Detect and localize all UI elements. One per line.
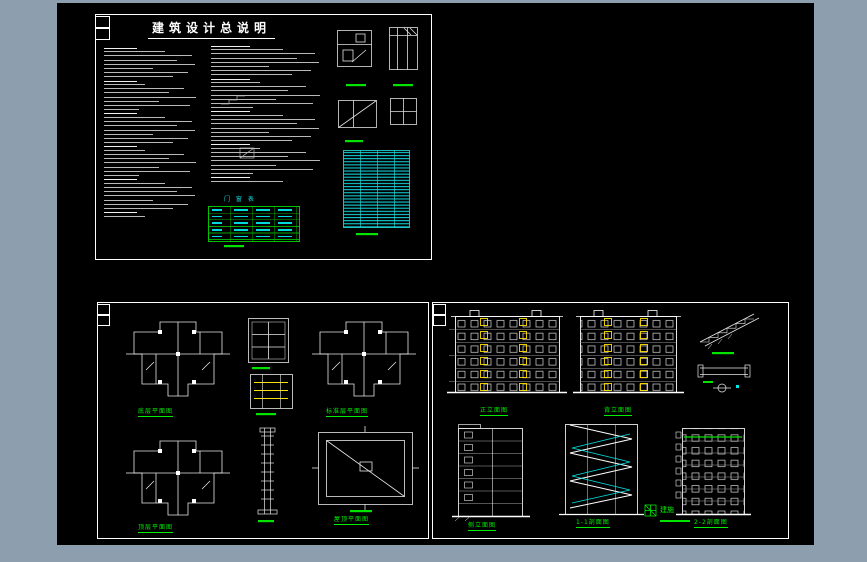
label-plan2: 标准层平面图 (326, 408, 369, 417)
label-section1: 侧立面图 (468, 522, 497, 531)
label-elevation2: 背立面图 (604, 407, 633, 416)
label-plan3: 顶层平面图 (138, 524, 174, 533)
label-section3: 2-2剖面图 (694, 519, 728, 528)
label-elevation1: 正立面图 (480, 407, 509, 416)
label-plan1: 底层平面图 (138, 408, 174, 417)
cad-viewer-stage: 建筑设计总说明 门 窗 表 底层平面图 标准层平面图 顶层平面图 屋顶平面图 正… (0, 0, 867, 562)
door-window-schedule (208, 206, 300, 242)
schedule-title: 门 窗 表 (224, 196, 256, 203)
notes-text-column-1 (104, 46, 202, 238)
label-roof: 屋顶平面图 (334, 516, 370, 525)
label-stair-section: 1-1剖面图 (576, 519, 610, 528)
sheet1-title: 建筑设计总说明 (148, 19, 276, 39)
notes-text-column-2 (211, 44, 327, 196)
title-block-text: 建施 (660, 506, 674, 514)
